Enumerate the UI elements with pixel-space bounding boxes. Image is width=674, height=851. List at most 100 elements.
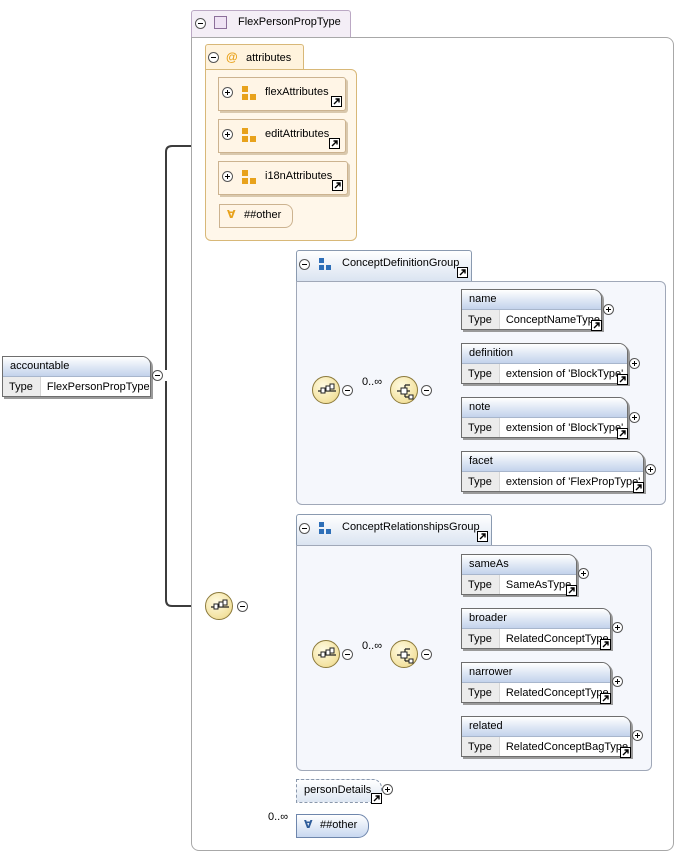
attribute-group-icon [242,170,256,184]
type-value: ConceptNameType [505,313,601,326]
editattributes-expand-icon[interactable] [222,129,233,140]
element-type-row: Type extension of 'FlexPropType' [462,472,643,491]
type-key: Type [462,629,500,648]
hyperlink-arrow-icon[interactable] [620,747,631,758]
hyperlink-arrow-icon[interactable] [591,320,602,331]
root-element-name: accountable [3,357,150,377]
any-element-icon: ∀ [304,819,313,831]
element-expand-icon[interactable] [612,622,623,633]
attribute-group-icon [242,86,256,100]
element-expand-icon[interactable] [629,412,640,423]
group-icon [319,258,331,270]
element-sameas[interactable]: sameAs Type SameAsType [461,554,577,595]
element-expand-icon[interactable] [632,730,643,741]
outer-sequence-compositor[interactable] [205,592,233,620]
concept-relationships-group-name: ConceptRelationshipsGroup [342,521,480,533]
element-type-row: Type RelatedConceptBagType [462,737,630,756]
attribute-group-name: i18nAttributes [265,170,333,182]
sequence-compositor-icon [318,383,336,394]
element-broader[interactable]: broader Type RelatedConceptType [461,608,611,649]
hyperlink-arrow-icon[interactable] [566,585,577,596]
element-name-label: note [462,398,627,418]
hyperlink-arrow-icon[interactable] [600,693,611,704]
element-type-row: Type RelatedConceptType [462,683,610,702]
element-note[interactable]: note Type extension of 'BlockType' [461,397,628,438]
any-element-cardinality: 0..∞ [268,811,289,823]
element-expand-icon[interactable] [645,464,656,475]
attributes-label: attributes [246,52,292,64]
flexattributes-expand-icon[interactable] [222,87,233,98]
rel-cardinality: 0..∞ [362,640,383,652]
element-expand-icon[interactable] [578,568,589,579]
hyperlink-arrow-icon[interactable] [600,639,611,650]
choice-compositor-icon [397,648,414,664]
persondetails-expand-icon[interactable] [382,784,393,795]
complex-type-name: FlexPersonPropType [238,16,341,28]
any-element-label: ##other [320,819,358,831]
element-facet[interactable]: facet Type extension of 'FlexPropType' [461,451,644,492]
element-name[interactable]: name Type ConceptNameType [461,289,602,330]
element-type-row: Type extension of 'BlockType' [462,364,627,383]
type-key: Type [462,575,500,594]
def-sequence-compositor[interactable] [312,376,340,404]
type-value: extension of 'BlockType' [505,367,624,380]
hyperlink-arrow-icon[interactable] [457,267,468,278]
persondetails-name: personDetails [304,784,372,796]
hyperlink-arrow-icon[interactable] [332,180,343,191]
rel-sequence-collapse-icon[interactable] [342,649,353,660]
type-value: SameAsType [505,578,572,591]
rel-choice-compositor[interactable] [390,640,418,668]
element-name-label: broader [462,609,610,629]
root-collapse-icon[interactable] [152,370,163,381]
choice-compositor-icon [397,384,414,400]
type-value: RelatedConceptBagType [505,740,629,753]
def-choice-compositor[interactable] [390,376,418,404]
attributes-collapse-icon[interactable] [208,52,219,63]
outer-sequence-collapse-icon[interactable] [237,601,248,612]
element-expand-icon[interactable] [603,304,614,315]
rel-choice-collapse-icon[interactable] [421,649,432,660]
type-value: RelatedConceptType [505,632,609,645]
def-choice-collapse-icon[interactable] [421,385,432,396]
rel-sequence-compositor[interactable] [312,640,340,668]
hyperlink-arrow-icon[interactable] [371,793,382,804]
type-key: Type [462,472,500,491]
element-name-label: definition [462,344,627,364]
root-element-type-row: Type FlexPersonPropType [3,377,150,396]
i18nattributes-expand-icon[interactable] [222,171,233,182]
element-related[interactable]: related Type RelatedConceptBagType [461,716,631,757]
type-key: Type [3,377,41,396]
hyperlink-arrow-icon[interactable] [617,428,628,439]
type-key: Type [462,683,500,702]
type-value: RelatedConceptType [505,686,609,699]
attribute-group-name: editAttributes [265,128,330,140]
element-expand-icon[interactable] [612,676,623,687]
type-value: extension of 'BlockType' [505,421,624,434]
hyperlink-arrow-icon[interactable] [477,531,488,542]
element-name-label: narrower [462,663,610,683]
any-attribute-icon: ∀ [227,209,236,221]
hyperlink-arrow-icon[interactable] [633,482,644,493]
sequence-compositor-icon [211,599,229,610]
hyperlink-arrow-icon[interactable] [329,138,340,149]
type-value: extension of 'FlexPropType' [505,475,641,488]
concept-relationships-group-collapse-icon[interactable] [299,523,310,534]
type-value: FlexPersonPropType [46,380,150,393]
element-narrower[interactable]: narrower Type RelatedConceptType [461,662,611,703]
element-type-row: Type RelatedConceptType [462,629,610,648]
element-name-label: sameAs [462,555,576,575]
def-sequence-collapse-icon[interactable] [342,385,353,396]
complex-type-collapse-icon[interactable] [195,18,206,29]
hyperlink-arrow-icon[interactable] [331,96,342,107]
element-type-row: Type extension of 'BlockType' [462,418,627,437]
root-element-accountable[interactable]: accountable Type FlexPersonPropType [2,356,151,397]
any-attribute-label: ##other [244,209,282,221]
element-expand-icon[interactable] [629,358,640,369]
element-type-row: Type SameAsType [462,575,576,594]
element-name-label: related [462,717,630,737]
group-icon [319,522,331,534]
element-definition[interactable]: definition Type extension of 'BlockType' [461,343,628,384]
complex-type-icon [214,16,227,29]
hyperlink-arrow-icon[interactable] [617,374,628,385]
concept-definition-group-collapse-icon[interactable] [299,259,310,270]
